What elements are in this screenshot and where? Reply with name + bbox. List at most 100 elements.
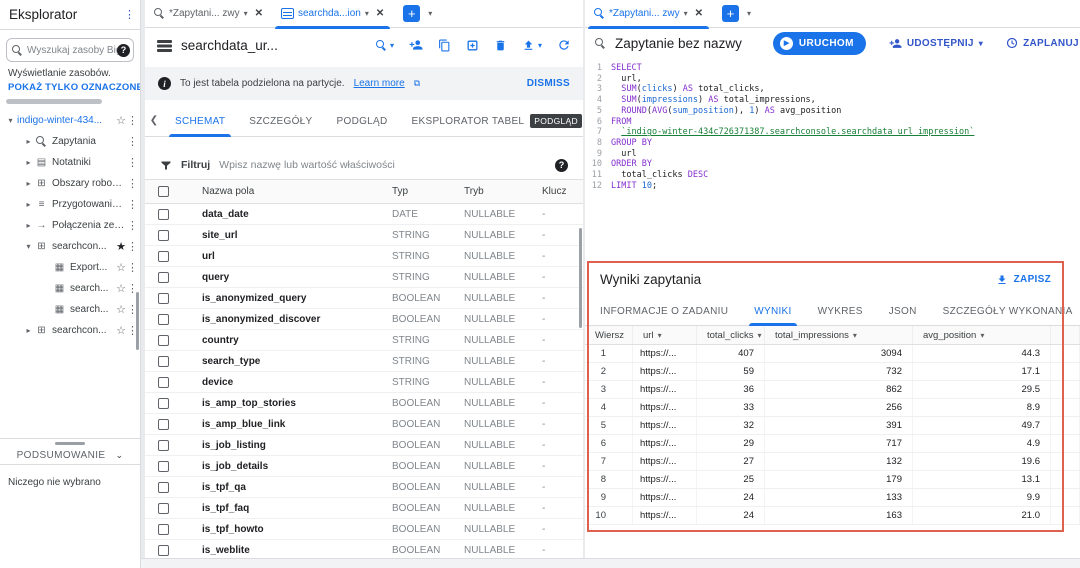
star-outline-icon[interactable]: ☆ [116,324,126,337]
tab-overflow-caret[interactable]: ▾ [747,9,751,18]
row-checkbox[interactable] [158,230,169,241]
row-checkbox[interactable] [158,356,169,367]
new-tab-button[interactable]: + [403,5,420,22]
row-checkbox[interactable] [158,398,169,409]
horizontal-scrollbar[interactable] [6,99,102,104]
results-column-header[interactable]: avg_position▾ [913,326,1051,344]
row-checkbox[interactable] [158,461,169,472]
search-input[interactable]: Wyszukaj zasoby BigQuery ? [6,38,134,62]
tab-unsaved-query[interactable]: *Zapytani... zwy ▾ ✕ [585,0,712,28]
schema-scrollbar[interactable] [579,228,582,328]
table-row[interactable]: data_dateDATENULLABLE- [145,204,583,225]
table-row[interactable]: urlSTRINGNULLABLE- [145,246,583,267]
caret-right-icon[interactable]: ▸ [22,221,35,230]
more-options-icon[interactable]: ⋮ [127,114,137,127]
view-tab-schemat[interactable]: SCHEMAT [163,105,237,137]
select-all-checkbox[interactable] [158,186,169,197]
row-checkbox[interactable] [158,503,169,514]
row-checkbox[interactable] [158,209,169,220]
more-options-icon[interactable]: ⋮ [127,135,137,148]
results-tab-wyniki[interactable]: WYNIKI [741,298,804,326]
results-row[interactable]: 3https://...3686229.5 [585,381,1080,399]
help-icon[interactable]: ? [117,44,130,57]
dismiss-button[interactable]: DISMISS [527,78,570,89]
tab-query-editor[interactable]: *Zapytani... zwy ▾ ✕ [145,0,272,28]
sql-editor[interactable]: 1SELECT2 url,3 SUM(clicks) AS total_clic… [585,58,1080,191]
table-row[interactable]: countrySTRINGNULLABLE- [145,330,583,351]
star-outline-icon[interactable]: ☆ [116,282,126,295]
results-row[interactable]: 7https://...2713219.6 [585,453,1080,471]
view-tab-szczegóły[interactable]: SZCZEGÓŁY [237,105,324,137]
close-icon[interactable]: ✕ [255,8,263,19]
table-row[interactable]: is_anonymized_discoverBOOLEANNULLABLE- [145,309,583,330]
table-row[interactable]: is_amp_blue_linkBOOLEANNULLABLE- [145,414,583,435]
row-checkbox[interactable] [158,335,169,346]
explorer-menu-icon[interactable]: ⋮ [124,8,134,21]
tree-item-notatniki[interactable]: ▸▤Notatniki⋮ [0,152,140,173]
explorer-scrollbar[interactable] [136,292,139,350]
results-row[interactable]: 10https://...2416321.0 [585,507,1080,525]
view-tab-eksplorator-tabel[interactable]: EKSPLORATOR TABELPODGLĄD [400,105,594,137]
table-row[interactable]: querySTRINGNULLABLE- [145,267,583,288]
tree-item-zapytania[interactable]: ▸Zapytania⋮ [0,131,140,152]
save-results-button[interactable]: ZAPISZ [996,274,1051,286]
more-options-icon[interactable]: ⋮ [127,198,137,211]
view-tab-podgląd[interactable]: PODGLĄD [325,105,400,137]
table-row[interactable]: deviceSTRINGNULLABLE- [145,372,583,393]
row-checkbox[interactable] [158,377,169,388]
table-row[interactable]: site_urlSTRINGNULLABLE- [145,225,583,246]
table-row[interactable]: is_tpf_qaBOOLEANNULLABLE- [145,477,583,498]
tab-overflow-caret[interactable]: ▾ [428,9,432,18]
chevron-left-icon[interactable]: ❮ [145,115,163,126]
caret-right-icon[interactable]: ▸ [22,137,35,146]
star-outline-icon[interactable]: ☆ [116,114,126,127]
export-button[interactable]: ▾ [522,39,542,52]
results-tab-json[interactable]: JSON [876,298,930,326]
learn-more-link[interactable]: Learn more [354,78,405,89]
schema-filter-row[interactable]: Filtruj Wpisz nazwę lub wartość właściwo… [145,151,583,179]
table-row[interactable]: is_amp_top_storiesBOOLEANNULLABLE- [145,393,583,414]
results-column-header[interactable]: total_clicks▾ [697,326,765,344]
row-checkbox[interactable] [158,419,169,430]
chevron-down-icon[interactable]: ▾ [244,9,248,18]
caret-right-icon[interactable]: ▸ [22,179,35,188]
results-tab-szczegóły-wykonania[interactable]: SZCZEGÓŁY WYKONANIA [930,298,1080,326]
schedule-button[interactable]: ZAPLANUJ [1006,37,1079,49]
run-button[interactable]: ▶ URUCHOM [773,32,866,55]
table-row[interactable]: is_tpf_howtoBOOLEANNULLABLE- [145,519,583,540]
tree-item-export-[interactable]: ▦Export...☆⋮ [0,257,140,278]
row-checkbox[interactable] [158,293,169,304]
table-row[interactable]: is_tpf_faqBOOLEANNULLABLE- [145,498,583,519]
table-row[interactable]: is_job_listingBOOLEANNULLABLE- [145,435,583,456]
row-checkbox[interactable] [158,440,169,451]
results-row[interactable]: 5https://...3239149.7 [585,417,1080,435]
table-row[interactable]: search_typeSTRINGNULLABLE- [145,351,583,372]
refresh-button[interactable] [557,38,571,52]
snapshot-button[interactable] [466,39,479,52]
new-tab-button[interactable]: + [722,5,739,22]
tree-item-obszary-robocz-[interactable]: ▸⊞Obszary robocz...⋮ [0,173,140,194]
tree-item-search-[interactable]: ▦search...☆⋮ [0,299,140,320]
sort-caret-icon[interactable]: ▾ [658,331,662,340]
more-options-icon[interactable]: ⋮ [127,156,137,169]
row-checkbox[interactable] [158,272,169,283]
share-table-button[interactable] [409,38,423,52]
results-row[interactable]: 1https://...407309444.3 [585,345,1080,363]
star-outline-icon[interactable]: ☆ [116,261,126,274]
caret-right-icon[interactable]: ▸ [22,200,35,209]
sort-caret-icon[interactable]: ▾ [853,331,857,340]
results-row[interactable]: 8https://...2517913.1 [585,471,1080,489]
row-checkbox[interactable] [158,482,169,493]
close-icon[interactable]: ✕ [376,8,384,19]
tab-table-details[interactable]: searchda...ion ▾ ✕ [272,0,393,28]
tree-item-indigo-winter-434-[interactable]: ▾indigo-winter-434...☆⋮ [0,110,140,131]
results-row[interactable]: 9https://...241339.9 [585,489,1080,507]
search-in-table-button[interactable]: ▾ [376,40,394,51]
results-row[interactable]: 4https://...332568.9 [585,399,1080,417]
results-row[interactable]: 2https://...5973217.1 [585,363,1080,381]
tree-item-search-[interactable]: ▦search...☆⋮ [0,278,140,299]
help-icon[interactable]: ? [555,159,568,172]
star-filled-icon[interactable]: ★ [116,240,126,253]
delete-table-button[interactable] [494,39,507,52]
results-tab-wykres[interactable]: WYKRES [805,298,876,326]
